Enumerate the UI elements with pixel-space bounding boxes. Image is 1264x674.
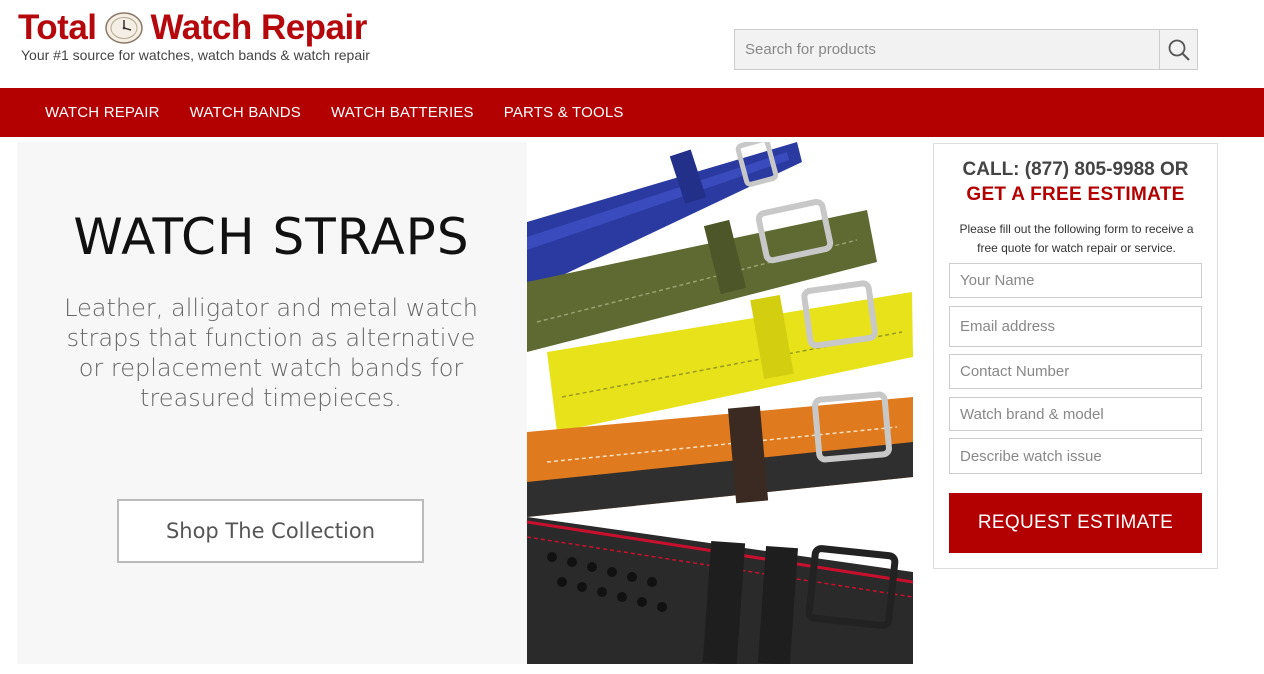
free-estimate-heading: GET A FREE ESTIMATE [966,184,1185,205]
contact-number-field[interactable] [949,354,1202,389]
call-phone-line[interactable]: CALL: (877) 805-9988 OR [934,159,1217,181]
estimate-note: Please fill out the following form to re… [959,222,1194,255]
shop-collection-button[interactable]: Shop The Collection [117,499,424,563]
clock-logo-icon [104,12,143,44]
nav-item-watch-bands[interactable]: WATCH BANDS [175,88,316,137]
search-button[interactable] [1159,29,1197,70]
main-nav: WATCH REPAIR WATCH BANDS WATCH BATTERIES… [0,88,1264,137]
watch-straps-image[interactable] [527,142,913,664]
site-header: Total Watch Repair Your #1 source for wa… [0,0,1264,88]
hero-subtitle: Leather, alligator and metal watch strap… [64,294,478,412]
nav-item-watch-batteries[interactable]: WATCH BATTERIES [316,88,489,137]
nav-item-watch-repair[interactable]: WATCH REPAIR [30,88,175,137]
logo-text-left: Total [18,8,97,47]
site-tagline: Your #1 source for watches, watch bands … [21,47,370,63]
watch-issue-field[interactable] [949,438,1202,474]
logo-text-right: Watch Repair [150,8,368,47]
name-field[interactable] [949,263,1202,298]
email-field[interactable] [949,306,1202,347]
hero-title: WATCH STRAPS [73,208,470,266]
estimate-panel: CALL: (877) 805-9988 OR GET A FREE ESTIM… [933,143,1218,569]
search-input[interactable] [735,30,1159,69]
search-icon [1168,39,1190,61]
black-strap [527,517,913,664]
nav-item-parts-tools[interactable]: PARTS & TOOLS [489,88,639,137]
watch-brand-field[interactable] [949,397,1202,431]
search-bar [734,29,1198,70]
request-estimate-button[interactable]: REQUEST ESTIMATE [949,493,1202,553]
site-logo[interactable]: Total Watch Repair [18,8,367,48]
